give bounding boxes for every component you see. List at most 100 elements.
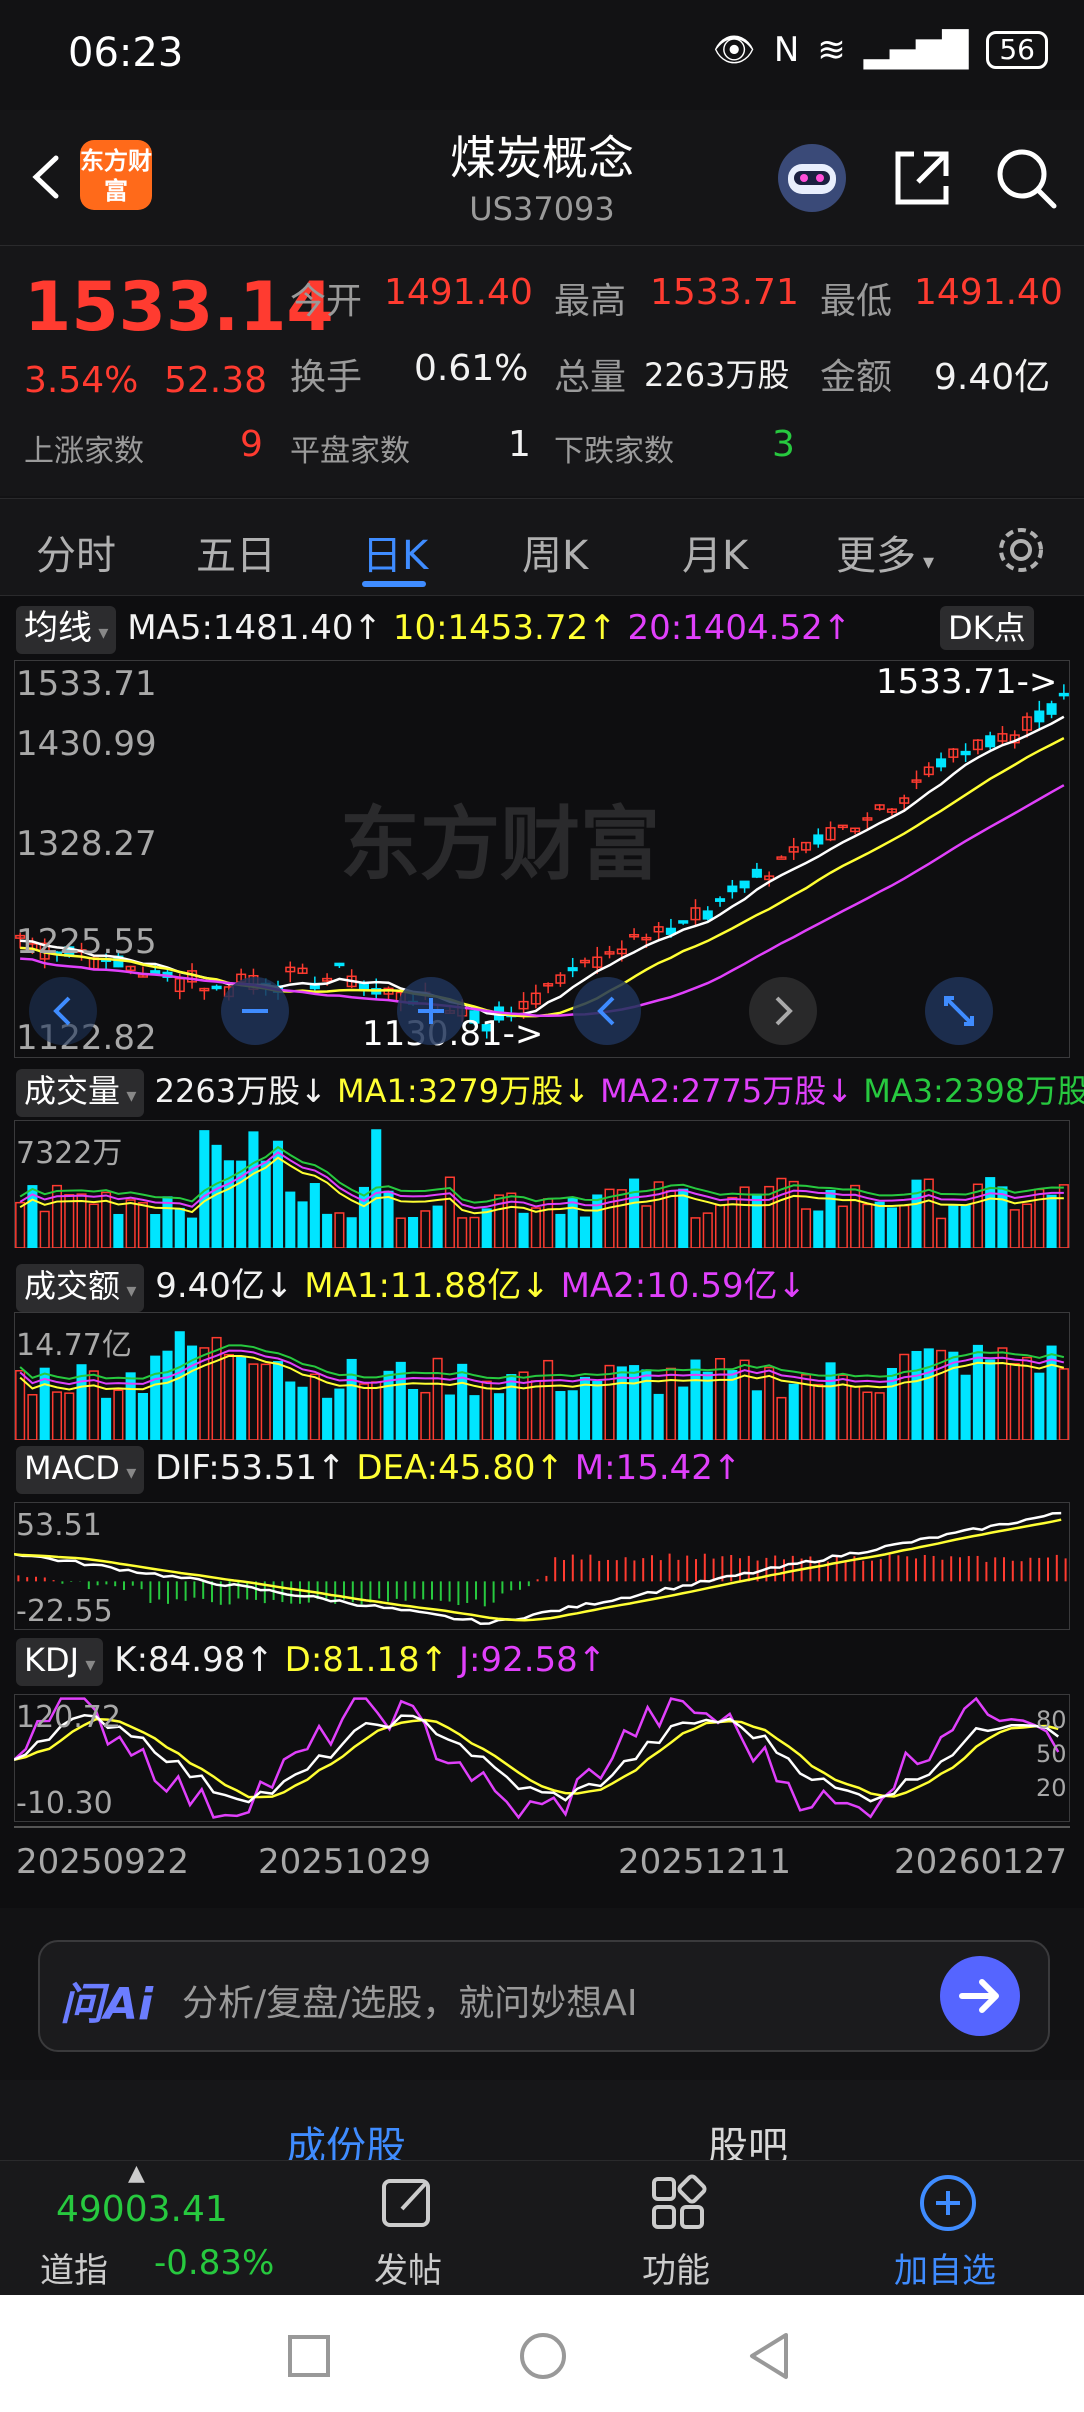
- volume-bar: [285, 1381, 296, 1440]
- volume-bar: [297, 1386, 308, 1440]
- caret-down-icon: ▾: [916, 550, 935, 575]
- volume-bar: [776, 1396, 787, 1440]
- volume-bar: [862, 1391, 873, 1440]
- index-value[interactable]: 49003.41: [56, 2189, 228, 2230]
- volume-bar: [972, 1183, 983, 1248]
- tab-more-label: 更多: [836, 533, 916, 579]
- date-label: 20251211: [618, 1842, 792, 1882]
- status-time: 06:23: [68, 30, 184, 76]
- wifi-icon: ≋: [817, 30, 846, 70]
- recent-apps-icon[interactable]: [286, 2333, 332, 2379]
- volume-bar: [948, 1204, 959, 1248]
- volume-bar: [850, 1385, 861, 1440]
- last-price: 1533.14: [24, 268, 334, 347]
- volume-bar: [481, 1380, 492, 1440]
- volume-bar: [579, 1216, 591, 1248]
- tab-weekly-k[interactable]: 周K: [522, 523, 588, 581]
- amount-legend: 成交额 ▾ 9.40亿↓ MA1:11.88亿↓ MA2:10.59亿↓: [16, 1258, 806, 1312]
- volume-bar: [223, 1160, 234, 1248]
- period-tabs: 分时 五日 日K 周K 月K 更多 ▾: [0, 498, 1084, 596]
- ma-selector-button[interactable]: 均线 ▾: [16, 606, 117, 654]
- price-axis-label: 1225.55: [16, 922, 157, 962]
- amount-indicator-button[interactable]: 成交额 ▾: [16, 1264, 145, 1312]
- share-icon[interactable]: [884, 140, 960, 216]
- volume-bar: [800, 1208, 812, 1248]
- volume-bar: [432, 1205, 443, 1248]
- amount-chart[interactable]: [14, 1312, 1070, 1440]
- candle-body: [813, 834, 824, 845]
- home-icon[interactable]: [518, 2331, 568, 2381]
- edit-post-icon[interactable]: [378, 2173, 438, 2233]
- change-pct: 3.54%: [24, 360, 139, 401]
- kdj-j: J:92.58↑: [458, 1640, 607, 1680]
- candle-body: [985, 735, 996, 748]
- caret-down-icon: ▾: [120, 1083, 137, 1107]
- functions-grid-icon[interactable]: [648, 2173, 708, 2233]
- volume-bar: [690, 1217, 701, 1248]
- volume-bar: [1021, 1356, 1033, 1440]
- macd-chart[interactable]: [14, 1502, 1070, 1630]
- candle-body: [960, 750, 971, 756]
- ai-ask-bar[interactable]: 问Ai 分析/复盘/选股，就问妙想AI: [38, 1940, 1050, 2052]
- functions-label[interactable]: 功能: [642, 2243, 710, 2292]
- date-label: 20250922: [16, 1842, 190, 1882]
- volume-bar: [702, 1371, 713, 1440]
- candle-body: [702, 910, 713, 920]
- back-nav-icon[interactable]: [744, 2331, 794, 2381]
- zoom-out-icon[interactable]: [220, 976, 290, 1046]
- open-label: 今开: [290, 281, 363, 322]
- volume-bar: [764, 1185, 775, 1248]
- volume-bar: [886, 1207, 898, 1248]
- date-label: 20260127: [894, 1842, 1068, 1882]
- volume-bar: [174, 1207, 185, 1248]
- volume-indicator-button[interactable]: 成交量 ▾: [16, 1069, 145, 1117]
- volume-bar: [1058, 1184, 1069, 1248]
- volume-bar: [64, 1392, 75, 1440]
- volume-bar: [604, 1364, 615, 1440]
- scroll-left-icon[interactable]: [572, 976, 642, 1046]
- low-value: 1491.40: [914, 272, 1063, 313]
- volume-bar: [997, 1186, 1008, 1248]
- ai-robot-icon[interactable]: [774, 140, 850, 216]
- zoom-in-icon[interactable]: [396, 976, 466, 1046]
- volume-bar: [653, 1181, 664, 1248]
- kdj-indicator-button[interactable]: KDJ ▾: [16, 1638, 104, 1686]
- chart-pan-icon[interactable]: [28, 976, 98, 1046]
- dk-point-button[interactable]: DK点: [940, 606, 1034, 650]
- index-change[interactable]: -0.83%: [154, 2243, 274, 2283]
- gear-icon[interactable]: [994, 523, 1048, 577]
- volume-bar: [101, 1397, 112, 1440]
- volume-bar: [39, 1210, 50, 1248]
- candle-body: [1058, 692, 1069, 697]
- post-label[interactable]: 发帖: [374, 2243, 442, 2292]
- tab-intraday[interactable]: 分时: [36, 523, 116, 581]
- ai-input-placeholder[interactable]: 分析/复盘/选股，就问妙想AI: [182, 1974, 638, 2026]
- fullscreen-icon[interactable]: [924, 976, 994, 1046]
- volume-bar: [322, 1397, 333, 1440]
- add-watchlist-icon[interactable]: [918, 2173, 978, 2233]
- volume-bar: [432, 1357, 443, 1440]
- candle-body: [334, 962, 345, 967]
- add-watchlist-label[interactable]: 加自选: [894, 2243, 996, 2292]
- scroll-right-icon[interactable]: [748, 976, 818, 1046]
- volume-chart[interactable]: [14, 1120, 1070, 1248]
- tab-more[interactable]: 更多 ▾: [836, 523, 934, 581]
- volume-bar: [248, 1131, 259, 1248]
- panel-frame: [14, 1502, 1070, 1630]
- search-icon[interactable]: [988, 140, 1064, 216]
- bottom-nav: ▲ 49003.41 道指 -0.83% 发帖 功能 加自选: [0, 2160, 1084, 2296]
- tab-daily-k[interactable]: 日K: [362, 523, 428, 581]
- ai-brand-logo: 问Ai: [60, 1979, 154, 2030]
- kdj-chart[interactable]: [14, 1694, 1070, 1822]
- macd-indicator-button[interactable]: MACD ▾: [16, 1446, 145, 1494]
- tab-monthly-k[interactable]: 月K: [682, 523, 748, 581]
- volume-bar: [555, 1213, 566, 1248]
- candle-body: [567, 967, 578, 972]
- index-name[interactable]: 道指: [40, 2243, 108, 2292]
- tab-five-day[interactable]: 五日: [196, 523, 276, 581]
- volume-bar: [346, 1217, 357, 1248]
- volume-bar: [481, 1208, 492, 1248]
- volume-bar: [936, 1217, 947, 1248]
- send-arrow-icon[interactable]: [940, 1956, 1020, 2036]
- volume-bar: [322, 1213, 333, 1248]
